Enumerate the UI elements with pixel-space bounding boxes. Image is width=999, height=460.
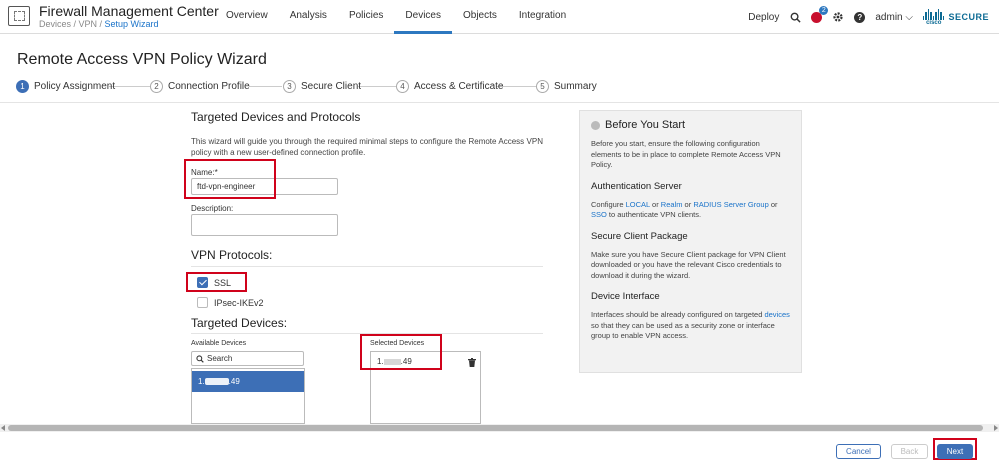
device-interface-text: Interfaces should be already configured … bbox=[591, 310, 790, 342]
section-title: Targeted Devices and Protocols bbox=[191, 110, 361, 124]
secure-client-title: Secure Client Package bbox=[591, 230, 688, 242]
next-button[interactable]: Next bbox=[937, 444, 973, 459]
trash-icon[interactable] bbox=[468, 356, 476, 370]
step-access-certificate[interactable]: 4 Access & Certificate bbox=[396, 79, 503, 93]
wizard-steps: 1 Policy Assignment 2 Connection Profile… bbox=[16, 79, 616, 95]
search-icon[interactable] bbox=[789, 11, 801, 23]
step-number: 3 bbox=[283, 79, 296, 93]
info-icon bbox=[591, 120, 600, 130]
ipsec-ikev2-checkbox[interactable] bbox=[197, 297, 208, 308]
info-text-part: Interfaces should be already configured … bbox=[591, 310, 765, 319]
radius-server-group-link[interactable]: RADIUS Server Group bbox=[693, 200, 768, 209]
step-label: Policy Assignment bbox=[34, 80, 116, 92]
info-text-part: so that they can be used as a security z… bbox=[591, 320, 775, 341]
secure-text: SECURE bbox=[948, 12, 989, 22]
step-label: Summary bbox=[554, 80, 597, 92]
description-label: Description: bbox=[191, 204, 234, 213]
wizard-intro-text: This wizard will guide you through the r… bbox=[191, 137, 543, 157]
deploy-button[interactable]: Deploy bbox=[748, 12, 779, 23]
step-number: 5 bbox=[536, 79, 549, 93]
breadcrumb-prefix: Devices / VPN / bbox=[39, 19, 105, 29]
cancel-button[interactable]: Cancel bbox=[836, 444, 881, 459]
cisco-text: cisco bbox=[926, 19, 942, 26]
info-intro: Before you start, ensure the following c… bbox=[591, 139, 781, 169]
step-connector bbox=[249, 86, 282, 87]
info-text-part: Configure bbox=[591, 199, 626, 209]
cisco-bars-icon bbox=[922, 8, 945, 20]
page-title: Remote Access VPN Policy Wizard bbox=[17, 51, 267, 68]
step-label: Connection Profile bbox=[168, 80, 250, 92]
device-ip-suffix: .49 bbox=[228, 377, 240, 386]
top-right-controls: Deploy 2 ? admin ⌵ cisco SECURE bbox=[748, 0, 989, 34]
sso-link[interactable]: SSO bbox=[591, 210, 607, 219]
auth-server-title: Authentication Server bbox=[591, 180, 682, 192]
content-divider bbox=[0, 102, 999, 103]
nav-objects[interactable]: Objects bbox=[452, 0, 508, 34]
breadcrumb: Devices / VPN / Setup Wizard bbox=[39, 19, 159, 29]
scroll-left-icon[interactable] bbox=[1, 425, 5, 431]
top-navbar: Firewall Management Center Devices / VPN… bbox=[0, 0, 999, 34]
highlight-name-field bbox=[184, 159, 276, 199]
devices-link[interactable]: devices bbox=[764, 310, 789, 319]
nav-policies[interactable]: Policies bbox=[338, 0, 394, 34]
info-header: Before You Start bbox=[591, 119, 790, 131]
gear-icon[interactable] bbox=[832, 11, 844, 23]
app-logo-icon[interactable] bbox=[8, 6, 30, 26]
step-number: 2 bbox=[150, 79, 163, 93]
step-connection-profile[interactable]: 2 Connection Profile bbox=[150, 79, 250, 93]
ipsec-ikev2-label: IPsec-IKEv2 bbox=[214, 298, 264, 308]
alert-count-badge: 2 bbox=[819, 5, 829, 15]
nav-overview[interactable]: Overview bbox=[215, 0, 279, 34]
help-icon[interactable]: ? bbox=[854, 11, 866, 23]
targeted-devices-title: Targeted Devices: bbox=[191, 316, 288, 330]
secure-client-text: Make sure you have Secure Client package… bbox=[591, 249, 786, 280]
device-ip-prefix: 1. bbox=[198, 377, 205, 386]
divider bbox=[191, 266, 543, 267]
available-device-item[interactable]: 1. .49 bbox=[192, 371, 304, 392]
description-input[interactable] bbox=[191, 214, 338, 236]
step-policy-assignment[interactable]: 1 Policy Assignment bbox=[16, 79, 115, 93]
step-summary[interactable]: 5 Summary bbox=[536, 79, 597, 93]
step-label: Secure Client bbox=[301, 80, 362, 92]
realm-link[interactable]: Realm bbox=[661, 200, 683, 209]
nav-analysis[interactable]: Analysis bbox=[279, 0, 338, 34]
device-interface-title: Device Interface bbox=[591, 291, 660, 302]
info-text-part: or bbox=[768, 199, 778, 209]
info-text-part: or bbox=[682, 199, 694, 209]
info-title: Before You Start bbox=[605, 119, 686, 131]
vpn-protocols-title: VPN Protocols: bbox=[191, 248, 273, 262]
step-secure-client[interactable]: 3 Secure Client bbox=[283, 79, 361, 93]
search-icon bbox=[196, 354, 204, 363]
step-connector bbox=[109, 86, 154, 87]
cisco-wordmark: cisco bbox=[922, 8, 945, 26]
cisco-secure-logo: cisco SECURE bbox=[922, 8, 989, 26]
scroll-thumb[interactable] bbox=[8, 425, 983, 431]
alert-icon[interactable]: 2 bbox=[811, 5, 829, 23]
nav-devices[interactable]: Devices bbox=[394, 0, 452, 34]
targeted-devices-form: Targeted Devices and Protocols This wiza… bbox=[191, 110, 545, 424]
info-text-part: to authenticate VPN clients. bbox=[606, 210, 702, 219]
main-nav: Overview Analysis Policies Devices Objec… bbox=[215, 0, 577, 34]
step-number: 4 bbox=[396, 79, 409, 93]
before-you-start-panel: Before You Start Before you start, ensur… bbox=[579, 110, 802, 373]
step-connector bbox=[358, 86, 396, 87]
search-placeholder: Search bbox=[207, 354, 233, 363]
nav-integration[interactable]: Integration bbox=[508, 0, 577, 34]
scroll-right-icon[interactable] bbox=[994, 425, 998, 431]
available-devices-label: Available Devices bbox=[191, 340, 247, 347]
user-menu[interactable]: admin ⌵ bbox=[875, 12, 913, 23]
device-search-input[interactable]: Search bbox=[191, 351, 304, 366]
redaction-mark bbox=[204, 378, 229, 386]
horizontal-scrollbar[interactable] bbox=[0, 424, 999, 432]
back-button[interactable]: Back bbox=[891, 444, 928, 459]
step-number: 1 bbox=[16, 79, 29, 93]
app-title: Firewall Management Center bbox=[39, 3, 219, 19]
step-label: Access & Certificate bbox=[414, 80, 504, 92]
info-text-part: or bbox=[649, 199, 661, 209]
local-link[interactable]: LOCAL bbox=[626, 200, 650, 209]
highlight-selected-devices bbox=[360, 334, 442, 370]
breadcrumb-setup-wizard-link[interactable]: Setup Wizard bbox=[105, 19, 159, 29]
highlight-ssl-checkbox bbox=[186, 272, 247, 292]
auth-server-text: Configure LOCAL or Realm or RADIUS Serve… bbox=[591, 200, 790, 221]
